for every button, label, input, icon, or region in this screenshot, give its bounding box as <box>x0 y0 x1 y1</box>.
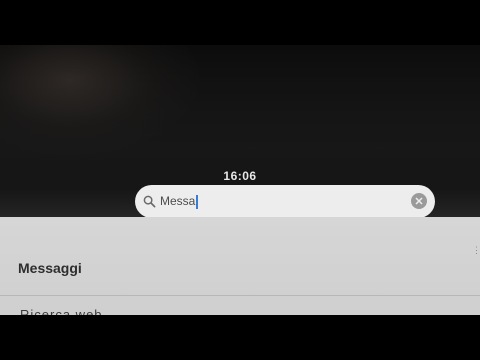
search-input-value: Messa <box>160 194 196 209</box>
list-item-web-search[interactable]: Ricerca web <box>20 307 103 315</box>
screen: 16:06 Messa ⋮ Messaggi Ricerca web <box>0 45 480 315</box>
search-bar[interactable]: Messa <box>135 185 435 218</box>
search-icon <box>143 195 156 208</box>
index-marker: ⋮ <box>472 245 480 255</box>
text-cursor <box>196 194 199 209</box>
search-results: ⋮ Messaggi Ricerca web <box>0 217 480 315</box>
search-input[interactable]: Messa <box>160 194 199 209</box>
clear-icon <box>415 197 423 205</box>
divider <box>0 295 480 296</box>
status-bar-clock: 16:06 <box>223 169 257 183</box>
section-title-messaggi[interactable]: Messaggi <box>18 260 82 276</box>
clear-search-button[interactable] <box>411 193 427 209</box>
